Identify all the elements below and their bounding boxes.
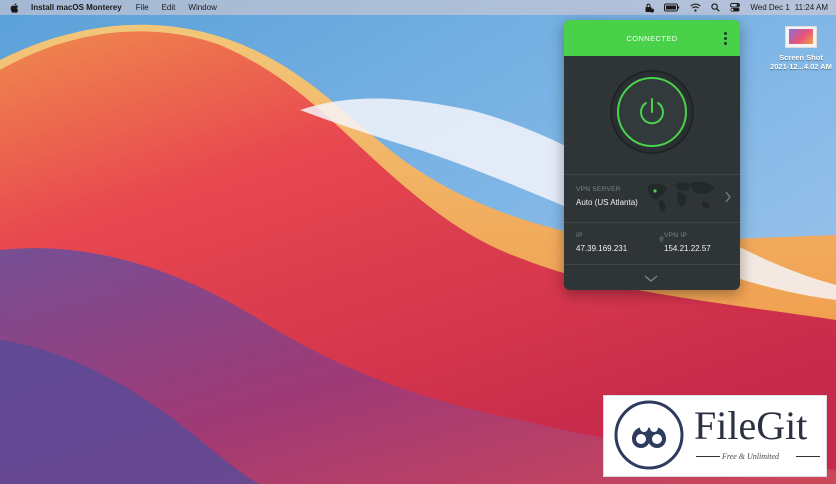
vpn-panel: CONNECTED VPN SERVER Auto (US Atlanta) I… [564, 20, 740, 290]
chevron-right-icon[interactable] [724, 191, 732, 203]
menu-app-name[interactable]: Install macOS Monterey [31, 0, 122, 15]
menu-edit[interactable]: Edit [162, 0, 176, 15]
desktop-screenshot-file[interactable]: Screen Shot 2021-12...4.02 AM [766, 26, 836, 71]
screenshot-thumbnail [785, 26, 817, 48]
filegit-logo-icon [614, 400, 684, 470]
spotlight-icon[interactable] [711, 3, 721, 12]
vpn-status-header: CONNECTED [564, 20, 740, 56]
ip-value: 47.39.169.231 [576, 244, 628, 253]
ip-label: IP [576, 232, 583, 239]
divider [796, 456, 820, 457]
filegit-tagline: Free & Unlimited [722, 452, 780, 461]
filegit-title: FileGit [694, 403, 808, 448]
vpn-ip-value: 154.21.22.57 [664, 244, 711, 253]
divider [696, 456, 720, 457]
vpn-status-icon[interactable] [644, 3, 655, 13]
vpn-server-label: VPN SERVER [576, 186, 621, 193]
control-center-icon[interactable] [730, 3, 741, 12]
clock-day[interactable]: Wed Dec 1 [750, 0, 789, 15]
clock-time[interactable]: 11:24 AM [795, 0, 828, 15]
menu-bar: Install macOS Monterey File Edit Window … [0, 0, 836, 15]
divider [564, 174, 740, 175]
power-button[interactable] [609, 69, 695, 155]
vpn-status-text: CONNECTED [626, 33, 678, 43]
divider [564, 264, 740, 265]
battery-icon[interactable] [664, 3, 680, 12]
menu-window[interactable]: Window [188, 0, 216, 15]
more-options-icon[interactable] [724, 32, 728, 45]
file-label-date: 2021-12...4.02 AM [770, 62, 832, 71]
menu-file[interactable]: File [136, 0, 149, 15]
vpn-ip-label: VPN IP [664, 232, 688, 239]
apple-icon[interactable] [10, 2, 19, 13]
divider [564, 222, 740, 223]
wifi-icon[interactable] [690, 3, 701, 12]
chevron-down-icon[interactable] [644, 275, 658, 283]
file-label-name: Screen Shot [779, 53, 823, 62]
world-map-icon [647, 182, 714, 212]
vpn-server-value[interactable]: Auto (US Atlanta) [576, 198, 638, 207]
filegit-watermark: FileGit Free & Unlimited [603, 395, 827, 477]
